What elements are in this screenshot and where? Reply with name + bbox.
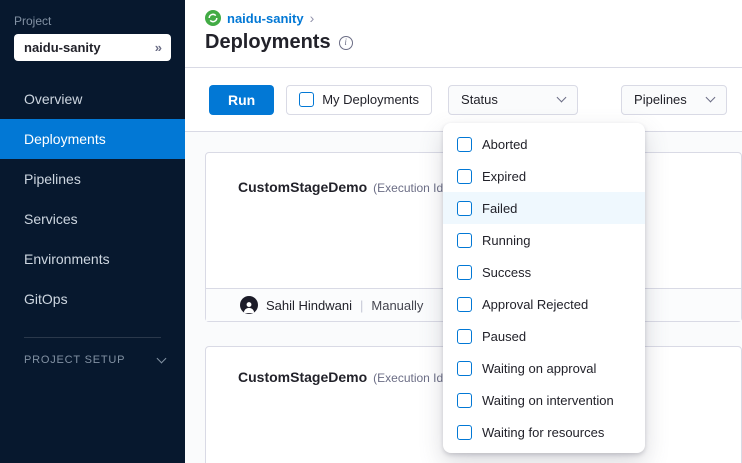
status-option-label: Approval Rejected xyxy=(482,297,588,312)
status-option-approval-rejected[interactable]: Approval Rejected xyxy=(443,288,645,320)
user-avatar-icon xyxy=(240,296,258,314)
status-option-failed[interactable]: Failed xyxy=(443,192,645,224)
project-name: naidu-sanity xyxy=(24,40,101,55)
status-option-paused[interactable]: Paused xyxy=(443,320,645,352)
checkbox-icon[interactable] xyxy=(457,169,472,184)
sidebar-item-environments[interactable]: Environments xyxy=(0,239,185,279)
chevron-down-icon xyxy=(557,93,567,103)
my-deployments-checkbox[interactable] xyxy=(299,92,314,107)
page-header: naidu-sanity › Deployments i xyxy=(185,0,742,68)
status-option-label: Running xyxy=(482,233,530,248)
sidebar-item-pipelines[interactable]: Pipelines xyxy=(0,159,185,199)
sidebar-nav: Overview Deployments Pipelines Services … xyxy=(0,79,185,319)
execution-id-label: (Execution Id xyxy=(373,371,443,385)
project-label: Project xyxy=(0,0,185,34)
project-selector[interactable]: naidu-sanity » xyxy=(14,34,171,61)
checkbox-icon[interactable] xyxy=(457,233,472,248)
status-option-label: Expired xyxy=(482,169,526,184)
pipeline-name[interactable]: CustomStageDemo xyxy=(238,369,367,385)
status-option-label: Success xyxy=(482,265,531,280)
sidebar-item-overview[interactable]: Overview xyxy=(0,79,185,119)
status-filter-menu: Aborted Expired Failed Running Success A… xyxy=(443,123,645,453)
my-deployments-label: My Deployments xyxy=(322,92,419,107)
checkbox-icon[interactable] xyxy=(457,393,472,408)
cd-module-icon xyxy=(205,10,221,26)
checkbox-icon[interactable] xyxy=(457,425,472,440)
pipelines-filter-dropdown[interactable]: Pipelines xyxy=(621,85,727,115)
execution-id-label: (Execution Id xyxy=(373,181,443,195)
checkbox-icon[interactable] xyxy=(457,361,472,376)
status-filter-label: Status xyxy=(461,92,498,107)
checkbox-icon[interactable] xyxy=(457,265,472,280)
title-row: Deployments i xyxy=(205,26,742,67)
status-option-label: Waiting for resources xyxy=(482,425,604,440)
status-option-label: Waiting on approval xyxy=(482,361,596,376)
status-option-expired[interactable]: Expired xyxy=(443,160,645,192)
info-icon[interactable]: i xyxy=(339,36,353,50)
double-chevron-icon: » xyxy=(155,40,162,55)
breadcrumb-chevron-icon: › xyxy=(310,10,315,26)
status-option-aborted[interactable]: Aborted xyxy=(443,128,645,160)
app-root: Project naidu-sanity » Overview Deployme… xyxy=(0,0,742,463)
status-option-waiting-for-resources[interactable]: Waiting for resources xyxy=(443,416,645,448)
pipelines-filter-label: Pipelines xyxy=(634,92,687,107)
status-option-label: Failed xyxy=(482,201,517,216)
run-button[interactable]: Run xyxy=(209,85,274,115)
status-option-running[interactable]: Running xyxy=(443,224,645,256)
chevron-down-icon xyxy=(706,93,716,103)
trigger-user-name: Sahil Hindwani xyxy=(266,298,352,313)
status-option-success[interactable]: Success xyxy=(443,256,645,288)
status-option-label: Aborted xyxy=(482,137,528,152)
breadcrumb-project-link[interactable]: naidu-sanity xyxy=(227,11,304,26)
status-filter-dropdown[interactable]: Status xyxy=(448,85,578,115)
checkbox-icon[interactable] xyxy=(457,201,472,216)
project-setup-label: PROJECT SETUP xyxy=(24,354,125,366)
sidebar-item-gitops[interactable]: GitOps xyxy=(0,279,185,319)
page-title: Deployments xyxy=(205,31,331,54)
my-deployments-toggle[interactable]: My Deployments xyxy=(286,85,432,115)
chevron-down-icon xyxy=(157,353,167,363)
pipeline-name[interactable]: CustomStageDemo xyxy=(238,179,367,195)
status-option-waiting-on-intervention[interactable]: Waiting on intervention xyxy=(443,384,645,416)
project-setup-toggle[interactable]: PROJECT SETUP xyxy=(0,338,185,366)
trigger-type-label: Manually xyxy=(371,298,423,313)
status-option-waiting-on-approval[interactable]: Waiting on approval xyxy=(443,352,645,384)
footer-separator: | xyxy=(360,298,363,313)
sidebar: Project naidu-sanity » Overview Deployme… xyxy=(0,0,185,463)
status-option-label: Waiting on intervention xyxy=(482,393,614,408)
breadcrumb: naidu-sanity › xyxy=(205,10,742,26)
status-option-label: Paused xyxy=(482,329,526,344)
checkbox-icon[interactable] xyxy=(457,329,472,344)
sidebar-item-deployments[interactable]: Deployments xyxy=(0,119,185,159)
sidebar-item-services[interactable]: Services xyxy=(0,199,185,239)
checkbox-icon[interactable] xyxy=(457,137,472,152)
checkbox-icon[interactable] xyxy=(457,297,472,312)
